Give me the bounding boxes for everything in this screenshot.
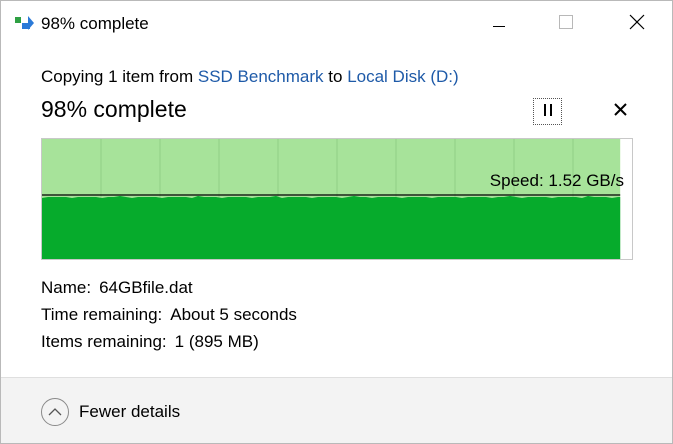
source-link[interactable]: SSD Benchmark xyxy=(198,67,324,86)
time-remaining-value: About 5 seconds xyxy=(170,305,297,324)
close-icon xyxy=(629,14,645,35)
pause-button[interactable] xyxy=(533,98,562,125)
file-name-value: 64GBfile.dat xyxy=(99,278,193,297)
speed-graph-canvas xyxy=(42,139,632,259)
minimize-icon xyxy=(493,15,505,33)
window-title: 98% complete xyxy=(41,14,149,33)
progress-heading: 98% complete xyxy=(41,96,187,122)
fewer-details-label[interactable]: Fewer details xyxy=(79,402,180,422)
maximize-icon xyxy=(559,14,573,34)
speed-label: Speed: 1.52 GB/s xyxy=(489,171,624,190)
maximize-button[interactable] xyxy=(543,1,589,47)
destination-link[interactable]: Local Disk (D:) xyxy=(347,67,458,86)
minimize-button[interactable] xyxy=(476,1,522,47)
items-remaining-value: 1 (895 MB) xyxy=(174,332,259,351)
copy-prefix: Copying 1 item from xyxy=(41,67,194,86)
title-bar[interactable]: 98% complete xyxy=(1,1,672,47)
fewer-details-toggle[interactable]: Fewer details xyxy=(41,398,180,426)
items-remaining-label: Items remaining: xyxy=(41,332,167,351)
copy-progress-icon xyxy=(15,15,35,31)
copy-middle: to xyxy=(328,67,343,86)
transferred-area xyxy=(42,196,621,259)
time-remaining-row: Time remaining: About 5 seconds xyxy=(41,305,297,325)
file-name-row: Name: 64GBfile.dat xyxy=(41,278,193,298)
file-name-label: Name: xyxy=(41,278,92,297)
chevron-up-icon[interactable] xyxy=(41,398,69,426)
dialog-footer: Fewer details xyxy=(1,377,672,443)
file-copy-dialog: 98% complete Copying 1 item from SSD Ben… xyxy=(0,0,673,444)
transfer-speed-graph: Speed: 1.52 GB/s xyxy=(41,138,633,260)
cancel-icon xyxy=(614,102,627,121)
items-remaining-row: Items remaining: 1 (895 MB) xyxy=(41,332,259,352)
pause-icon xyxy=(543,103,553,121)
cancel-button[interactable] xyxy=(607,98,634,125)
close-button[interactable] xyxy=(614,1,660,47)
time-remaining-label: Time remaining: xyxy=(41,305,163,324)
copy-description: Copying 1 item from SSD Benchmark to Loc… xyxy=(41,67,459,87)
